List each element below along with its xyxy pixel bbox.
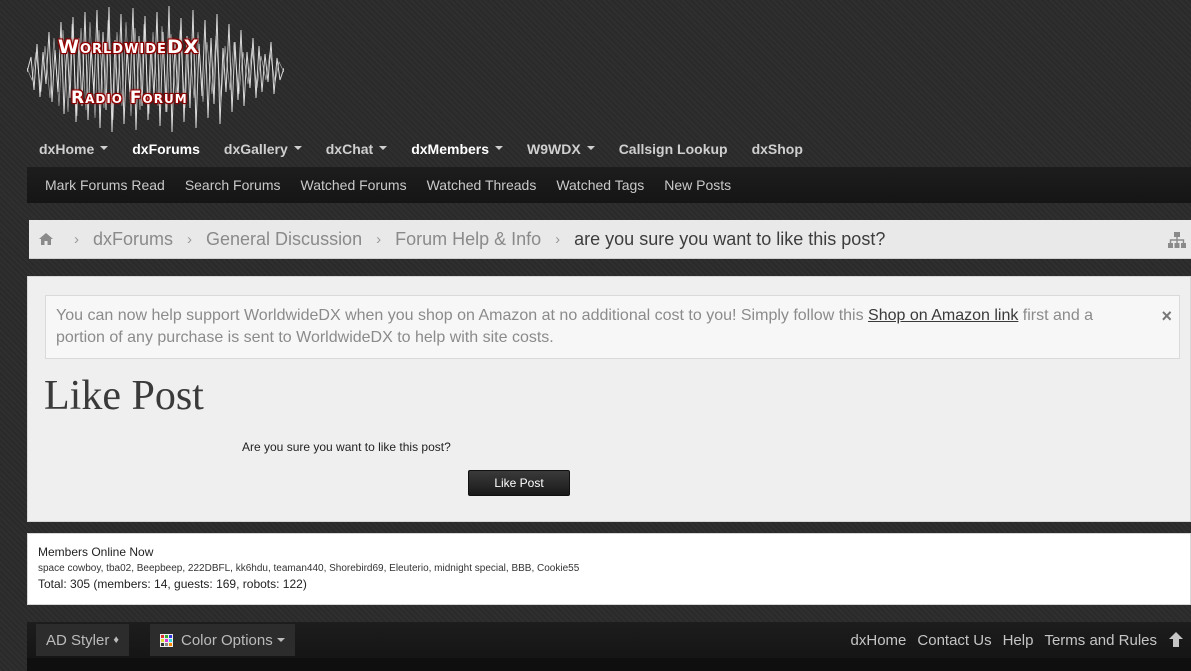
close-icon[interactable]: × [1161, 305, 1172, 327]
breadcrumb: › dxForums › General Discussion › Forum … [29, 220, 1191, 259]
nav-tab-dxhome[interactable]: dxHome [27, 139, 120, 163]
nav-tab-dxforums[interactable]: dxForums [120, 139, 212, 163]
ad-styler-label: AD Styler [46, 631, 110, 649]
footer-link-dxhome[interactable]: dxHome [851, 632, 907, 649]
palette-icon [160, 633, 173, 647]
breadcrumb-item-dxforums[interactable]: dxForums [93, 229, 173, 250]
nav-tab-dxmembers[interactable]: dxMembers [399, 139, 515, 163]
waveform-graphic [27, 5, 284, 133]
home-icon[interactable] [38, 231, 54, 247]
footer-link-help[interactable]: Help [1003, 632, 1034, 649]
chevron-down-icon [276, 638, 285, 642]
page-title: Like Post [44, 373, 204, 419]
footer-links: dxHome Contact Us Help Terms and Rules [840, 622, 1157, 658]
bottom-strip [27, 658, 1191, 671]
breadcrumb-separator-icon: › [376, 230, 382, 248]
members-online-heading[interactable]: Members Online Now [38, 545, 1180, 559]
site-logo[interactable]: WorldwideDX Radio Forum [27, 2, 284, 136]
nav-tab-dxgallery[interactable]: dxGallery [212, 139, 314, 163]
like-post-button[interactable]: Like Post [468, 470, 570, 496]
nav-tab-callsign-lookup[interactable]: Callsign Lookup [607, 139, 740, 163]
arrow-up-icon[interactable] [1169, 632, 1183, 647]
ad-styler-button[interactable]: AD Styler ♦ [36, 624, 129, 656]
nav-tab-label: W9WDX [527, 141, 581, 157]
nav-tab-dxshop[interactable]: dxShop [740, 139, 815, 163]
nav-tab-label: dxMembers [411, 141, 490, 157]
chevron-down-icon [586, 146, 595, 151]
sub-navigation: Mark Forums Read Search Forums Watched For… [27, 167, 1191, 203]
subnav-mark-forums-read[interactable]: Mark Forums Read [35, 177, 175, 193]
confirm-message: Are you sure you want to like this post? [242, 440, 451, 454]
footer-link-contact-us[interactable]: Contact Us [917, 632, 991, 649]
main-content: You can now help support WorldwideDX whe… [27, 276, 1191, 522]
amazon-notice: You can now help support WorldwideDX whe… [45, 295, 1180, 359]
footer-link-terms[interactable]: Terms and Rules [1044, 632, 1157, 649]
nav-tab-dxchat[interactable]: dxChat [314, 139, 399, 163]
subnav-watched-threads[interactable]: Watched Threads [417, 177, 547, 193]
subnav-new-posts[interactable]: New Posts [654, 177, 741, 193]
breadcrumb-separator-icon: › [74, 230, 79, 248]
subnav-search-forums[interactable]: Search Forums [175, 177, 291, 193]
chevron-down-icon [293, 146, 302, 151]
breadcrumb-separator-icon: › [187, 230, 193, 248]
chevron-down-icon [495, 146, 504, 151]
members-online-total: Total: 305 (members: 14, guests: 169, ro… [38, 577, 307, 591]
footer: AD Styler ♦ Color Options dxHome Contact… [27, 622, 1191, 658]
nav-tab-label: dxGallery [223, 141, 288, 157]
color-options-button[interactable]: Color Options [150, 624, 295, 656]
chevron-down-icon [379, 146, 388, 151]
nav-tab-label: dxShop [751, 141, 803, 157]
chevron-down-icon [100, 146, 109, 151]
nav-tab-w9wdx[interactable]: W9WDX [515, 139, 607, 163]
members-online-panel: Members Online Now space cowboy, tba02, … [27, 533, 1191, 605]
breadcrumb-item-forum-help[interactable]: Forum Help & Info [395, 229, 541, 250]
logo-title: WorldwideDX [58, 36, 200, 58]
breadcrumb-item-general-discussion[interactable]: General Discussion [206, 229, 362, 250]
nav-tab-label: dxChat [325, 141, 374, 157]
droplet-icon: ♦ [113, 634, 119, 646]
main-navigation: dxHome dxForums dxGallery dxChat dxMembers W9… [27, 139, 815, 163]
breadcrumb-current: are you sure you want to like this post? [574, 228, 886, 249]
nav-tab-label: dxHome [39, 141, 95, 157]
logo-subtitle: Radio Forum [71, 88, 188, 108]
members-online-list[interactable]: space cowboy, tba02, Beepbeep, 222DBFL, … [38, 563, 1180, 574]
breadcrumb-separator-icon: › [555, 230, 561, 248]
color-options-label: Color Options [181, 631, 273, 649]
notice-text: You can now help support WorldwideDX whe… [56, 307, 869, 324]
subnav-watched-tags[interactable]: Watched Tags [546, 177, 654, 193]
nav-tab-label: dxForums [132, 141, 200, 157]
sitemap-icon[interactable] [1168, 231, 1186, 249]
subnav-watched-forums[interactable]: Watched Forums [291, 177, 417, 193]
shop-on-amazon-link[interactable]: Shop on Amazon link [868, 307, 1018, 324]
nav-tab-label: Callsign Lookup [618, 141, 728, 157]
